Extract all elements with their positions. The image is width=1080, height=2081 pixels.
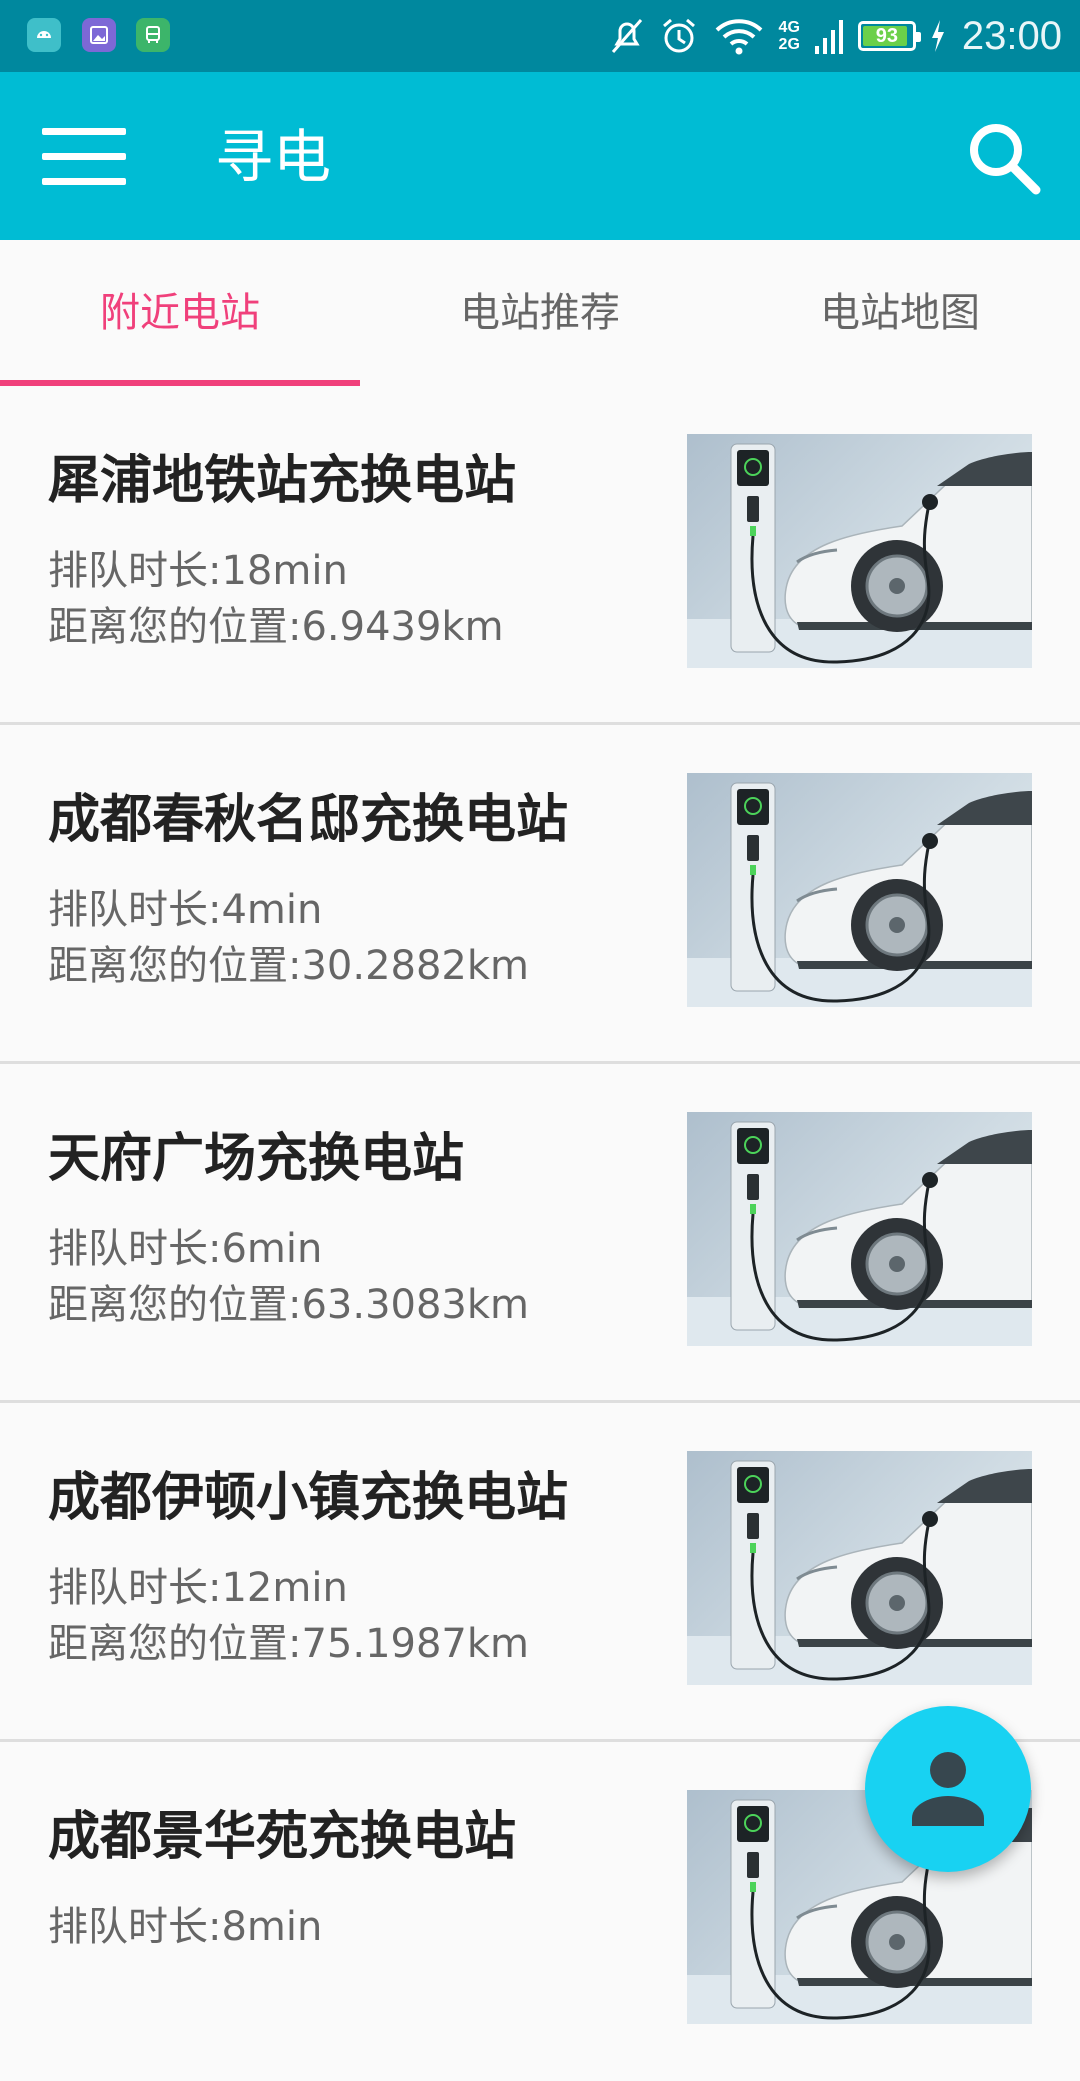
network-label-2g: 2G [778, 36, 800, 53]
charger-screen [737, 1806, 769, 1842]
charger-light [750, 1543, 756, 1553]
queue-time: 排队时长:4min [48, 887, 323, 933]
charging-icon [931, 20, 944, 52]
charging-plug [922, 1511, 938, 1527]
charger-light [750, 1882, 756, 1892]
network-label-4g: 4G [778, 19, 800, 36]
profile-fab-button[interactable] [865, 1706, 1031, 1872]
station-photo [687, 434, 1032, 668]
distance: 距离您的位置:30.2882km [48, 943, 530, 989]
charger-socket [747, 496, 759, 522]
list-item[interactable]: 犀浦地铁站充换电站 排队时长:18min 距离您的位置:6.9439km [0, 386, 1080, 725]
queue-time: 排队时长:6min [48, 1226, 323, 1272]
distance: 距离您的位置:63.3083km [48, 1282, 530, 1328]
charger-socket [747, 1174, 759, 1200]
tab-recommended-stations[interactable]: 电站推荐 [360, 240, 720, 386]
station-photo [687, 1112, 1032, 1346]
hamburger-menu-icon[interactable] [30, 118, 126, 196]
battery-level: 93 [875, 25, 899, 47]
distance: 距离您的位置:75.1987km [48, 1621, 530, 1667]
car-hub [889, 1934, 905, 1950]
charger-light [750, 1204, 756, 1214]
network-type: 4G 2G [779, 19, 800, 53]
charger-light [750, 526, 756, 536]
charging-station-illustration [687, 782, 1032, 1007]
list-item[interactable]: 成都春秋名邸充换电站 排队时长:4min 距离您的位置:30.2882km [0, 725, 1080, 1064]
car-window [937, 1469, 1032, 1503]
station-photo [687, 773, 1032, 1007]
car-window [937, 791, 1032, 825]
station-name: 犀浦地铁站充换电站 [48, 451, 517, 511]
station-name: 成都伊顿小镇充换电站 [48, 1468, 569, 1528]
charging-station-illustration [687, 1121, 1032, 1346]
charger-screen [737, 789, 769, 825]
car-window [937, 452, 1032, 486]
charging-plug [922, 833, 938, 849]
charging-plug [922, 1172, 938, 1188]
charging-station-illustration [687, 1460, 1032, 1685]
queue-time: 排队时长:12min [48, 1565, 348, 1611]
list-item[interactable]: 成都伊顿小镇充换电站 排队时长:12min 距离您的位置:75.1987km [0, 1403, 1080, 1742]
distance: 距离您的位置:6.9439km [48, 604, 504, 650]
car-hub [889, 578, 905, 594]
charger-screen [737, 1128, 769, 1164]
bus-app-icon [136, 18, 170, 52]
page-title: 寻电 [215, 123, 332, 191]
battery-icon: 93 [857, 21, 921, 51]
station-name: 成都景华苑充换电站 [48, 1807, 517, 1867]
app-bar: 寻电 [0, 72, 1080, 240]
tab-nearby-stations[interactable]: 附近电站 [0, 240, 360, 386]
charging-station-illustration [687, 443, 1032, 668]
person-icon [912, 1752, 984, 1826]
list-item[interactable]: 天府广场充换电站 排队时长:6min 距离您的位置:63.3083km [0, 1064, 1080, 1403]
android-app-icon [27, 18, 61, 52]
tab-bar: 附近电站 电站推荐 电站地图 [0, 240, 1080, 386]
charging-plug [922, 494, 938, 510]
car-hub [889, 917, 905, 933]
mute-icon [611, 19, 642, 53]
car-window [937, 1130, 1032, 1164]
car-hub [889, 1595, 905, 1611]
status-time: 23:00 [961, 13, 1062, 58]
search-icon[interactable] [962, 116, 1046, 200]
charger-socket [747, 1513, 759, 1539]
charger-socket [747, 835, 759, 861]
alarm-icon [662, 18, 695, 53]
queue-time: 排队时长:18min [48, 548, 348, 594]
station-photo [687, 1451, 1032, 1685]
status-bar: 4G 2G 93 23:00 [0, 0, 1080, 72]
charger-screen [737, 450, 769, 486]
station-name: 成都春秋名邸充换电站 [48, 790, 569, 850]
station-name: 天府广场充换电站 [48, 1129, 465, 1189]
charger-screen [737, 1467, 769, 1503]
charger-light [750, 865, 756, 875]
wifi-icon [715, 19, 762, 55]
gallery-app-icon [82, 18, 116, 52]
tab-station-map[interactable]: 电站地图 [720, 240, 1080, 386]
charger-socket [747, 1852, 759, 1878]
signal-icon [814, 20, 843, 54]
car-hub [889, 1256, 905, 1272]
queue-time: 排队时长:8min [48, 1904, 323, 1950]
